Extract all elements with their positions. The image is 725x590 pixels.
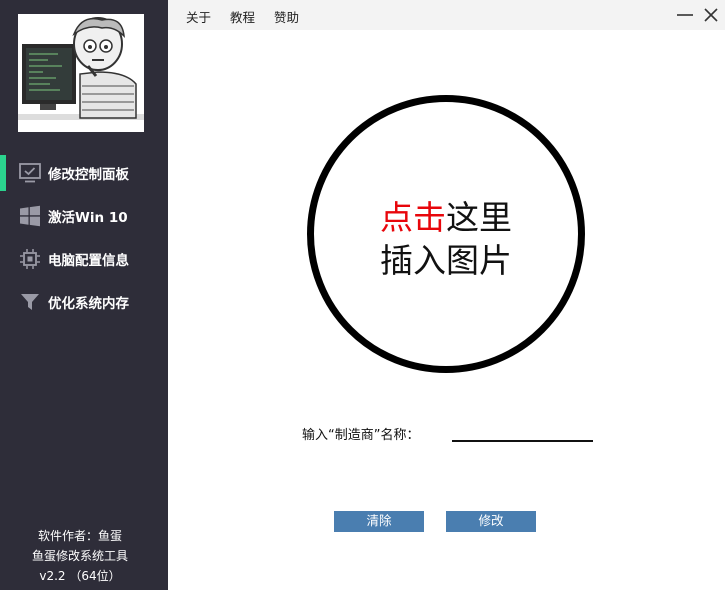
nav-item-pc-config[interactable]: 电脑配置信息 [0,241,168,277]
image-picker[interactable]: 点击这里 插入图片 [307,95,585,373]
chip-icon [18,247,42,271]
click-highlight-text: 点击 [380,198,446,237]
nav-item-label: 电脑配置信息 [48,253,129,269]
developer-avatar [18,14,144,132]
app-name-text: 鱼蛋修改系统工具 [31,549,128,563]
active-indicator [0,155,6,191]
nav-item-label: 修改控制面板 [48,167,129,183]
author-text: 软件作者：鱼蛋 [37,529,122,543]
close-icon[interactable] [702,6,720,24]
menu-about[interactable]: 关于 [186,7,211,26]
windows-logo-icon [18,204,42,228]
vendor-label: 输入“制造商”名称： [302,428,420,443]
sidebar: 修改控制面板 激活Win 10 电脑配置信息 优化系统内存 软件作者：鱼蛋 鱼蛋… [0,0,168,590]
image-picker-prompt: 点击这里 插入图片 [314,196,578,282]
top-menu-bar: 关于 教程 赞助 [168,0,725,30]
nav-item-optimize-memory[interactable]: 优化系统内存 [0,284,168,320]
menu-tutorial[interactable]: 教程 [230,7,255,26]
funnel-icon [18,290,42,314]
minimize-icon[interactable] [676,6,694,24]
monitor-check-icon [18,161,42,185]
nav-item-label: 优化系统内存 [48,296,129,312]
prompt-line-2: 插入图片 [380,241,512,280]
prompt-text: 这里 [446,198,512,237]
nav-item-control-panel[interactable]: 修改控制面板 [0,155,168,191]
menu-donate[interactable]: 赞助 [274,7,299,26]
modify-button[interactable]: 修改 [446,511,536,532]
nav-item-label: 激活Win 10 [48,210,128,226]
vendor-input[interactable] [452,422,593,442]
credits: 软件作者：鱼蛋 鱼蛋修改系统工具 v2.2 （64位） [0,526,160,586]
clear-button[interactable]: 清除 [334,511,424,532]
version-text: v2.2 （64位） [39,569,121,583]
nav-item-activate-win10[interactable]: 激活Win 10 [0,198,168,234]
